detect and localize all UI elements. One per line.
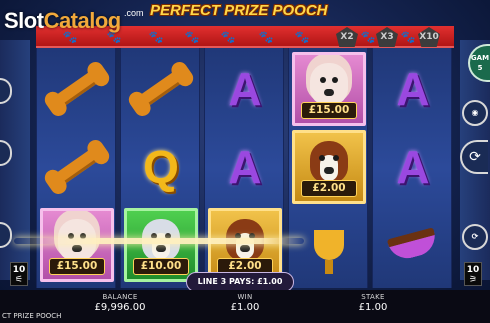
dog-bowl-symbol [376,208,450,282]
trophy-icon [314,230,344,274]
lines-badge-right: 10 ⚞ [464,262,482,286]
reel-3: A A £2.00 [204,48,284,288]
stake-stat[interactable]: STAKE £1.00 [346,293,400,313]
stake-value: £1.00 [358,302,388,313]
prize-value: £15.00 [49,258,105,275]
letter-symbol-a: A [376,52,450,126]
reel-4: £15.00 £2.00 [288,48,368,288]
eye [332,77,338,83]
balance-value: £9,996.00 [94,302,146,313]
letter-symbol-q: Q [124,130,198,204]
win-label: WIN [237,293,253,301]
eye [333,155,339,161]
balance-stat: BALANCE £9,996.00 [88,293,152,313]
poodle-icon [310,63,348,105]
prize-value: £2.00 [301,180,357,197]
footer-game-title: CT PRIZE POOCH [2,312,62,320]
letter-symbol-a: A [376,130,450,204]
multiplier-badge-x2: X2 [336,27,358,47]
line-win-banner: LINE 3 PAYS: £1.00 [186,272,294,292]
reel-5: A A [372,48,452,288]
balance-label: BALANCE [102,293,138,301]
bone-symbol [124,52,198,126]
nose [156,245,166,252]
paw-icon: 🐾 [400,30,416,44]
letter-glyph: A [228,63,262,115]
reel-2: Q £10.00 [120,48,200,288]
husky-symbol: £10.00 [124,208,198,282]
paw-icon: 🐾 [148,30,164,44]
letter-glyph: Q [143,141,179,193]
reel-1: £15.00 [36,48,116,288]
bone-icon [50,67,104,111]
trophy-symbol [292,208,366,282]
eye [320,77,326,83]
watermark-part2: Catalog [43,8,122,33]
poodle-symbol: £15.00 [292,52,366,126]
letter-glyph: A [396,63,430,115]
bone-symbol [40,52,114,126]
bone-symbol [40,130,114,204]
st-bernard-symbol: £2.00 [292,130,366,204]
watermark-suffix: .com [124,8,144,18]
prize-value: £10.00 [133,258,189,275]
lines-count: 10 [12,265,26,275]
eye [319,155,325,161]
win-line-highlight [14,238,304,244]
st-bernard-symbol: £2.00 [208,208,282,282]
multiplier-badge-x10: X10 [418,27,440,47]
reel-grid: £15.00 Q £10.00 A A £2.00 £15.00 £2.00 A… [36,48,454,288]
autoplay-button[interactable]: ◉ [462,100,488,126]
nose [324,89,334,96]
turbo-button[interactable]: ⟳ [462,224,488,250]
letter-symbol-a: A [208,52,282,126]
lines-badge-left: 10 ⚟ [10,262,28,286]
bone-icon [50,145,104,189]
multiplier-badge-x3: X3 [376,27,398,47]
dog-bowl-icon [386,227,440,263]
prize-value: £15.00 [301,102,357,119]
letter-symbol-a: A [208,130,282,204]
bottom-status-bar: BALANCE £9,996.00 WIN £1.00 STAKE £1.00 [0,290,490,323]
nose [324,167,334,174]
nose [72,245,82,252]
watermark-logo: SlotCatalog [4,8,121,34]
win-stat: WIN £1.00 [218,293,272,313]
letter-glyph: A [228,141,262,193]
letter-glyph: A [396,141,430,193]
paw-icon: 🐾 [294,30,310,44]
nose [240,245,250,252]
game-stage: 🐾 🐾 🐾 🐾 🐾 🐾 🐾 X2 🐾 X3 🐾 X10 PERFECT PRIZ… [0,0,490,323]
paw-icon: 🐾 [220,30,236,44]
game-title: PERFECT PRIZE POOCH [150,2,328,19]
paw-icon-dim: 🐾 [258,30,274,44]
lines-count: 10 [466,265,480,275]
paw-icon: 🐾 [360,30,376,44]
watermark-part1: Slot [4,8,44,33]
win-value: £1.00 [230,302,260,313]
poodle-symbol: £15.00 [40,208,114,282]
st-bernard-icon [310,141,348,183]
bone-icon [134,67,188,111]
stake-label: STAKE [361,293,385,301]
paw-icon: 🐾 [184,30,200,44]
header: 🐾 🐾 🐾 🐾 🐾 🐾 🐾 X2 🐾 X3 🐾 X10 PERFECT PRIZ… [0,0,490,50]
spin-button[interactable]: ⟳ [460,140,488,174]
